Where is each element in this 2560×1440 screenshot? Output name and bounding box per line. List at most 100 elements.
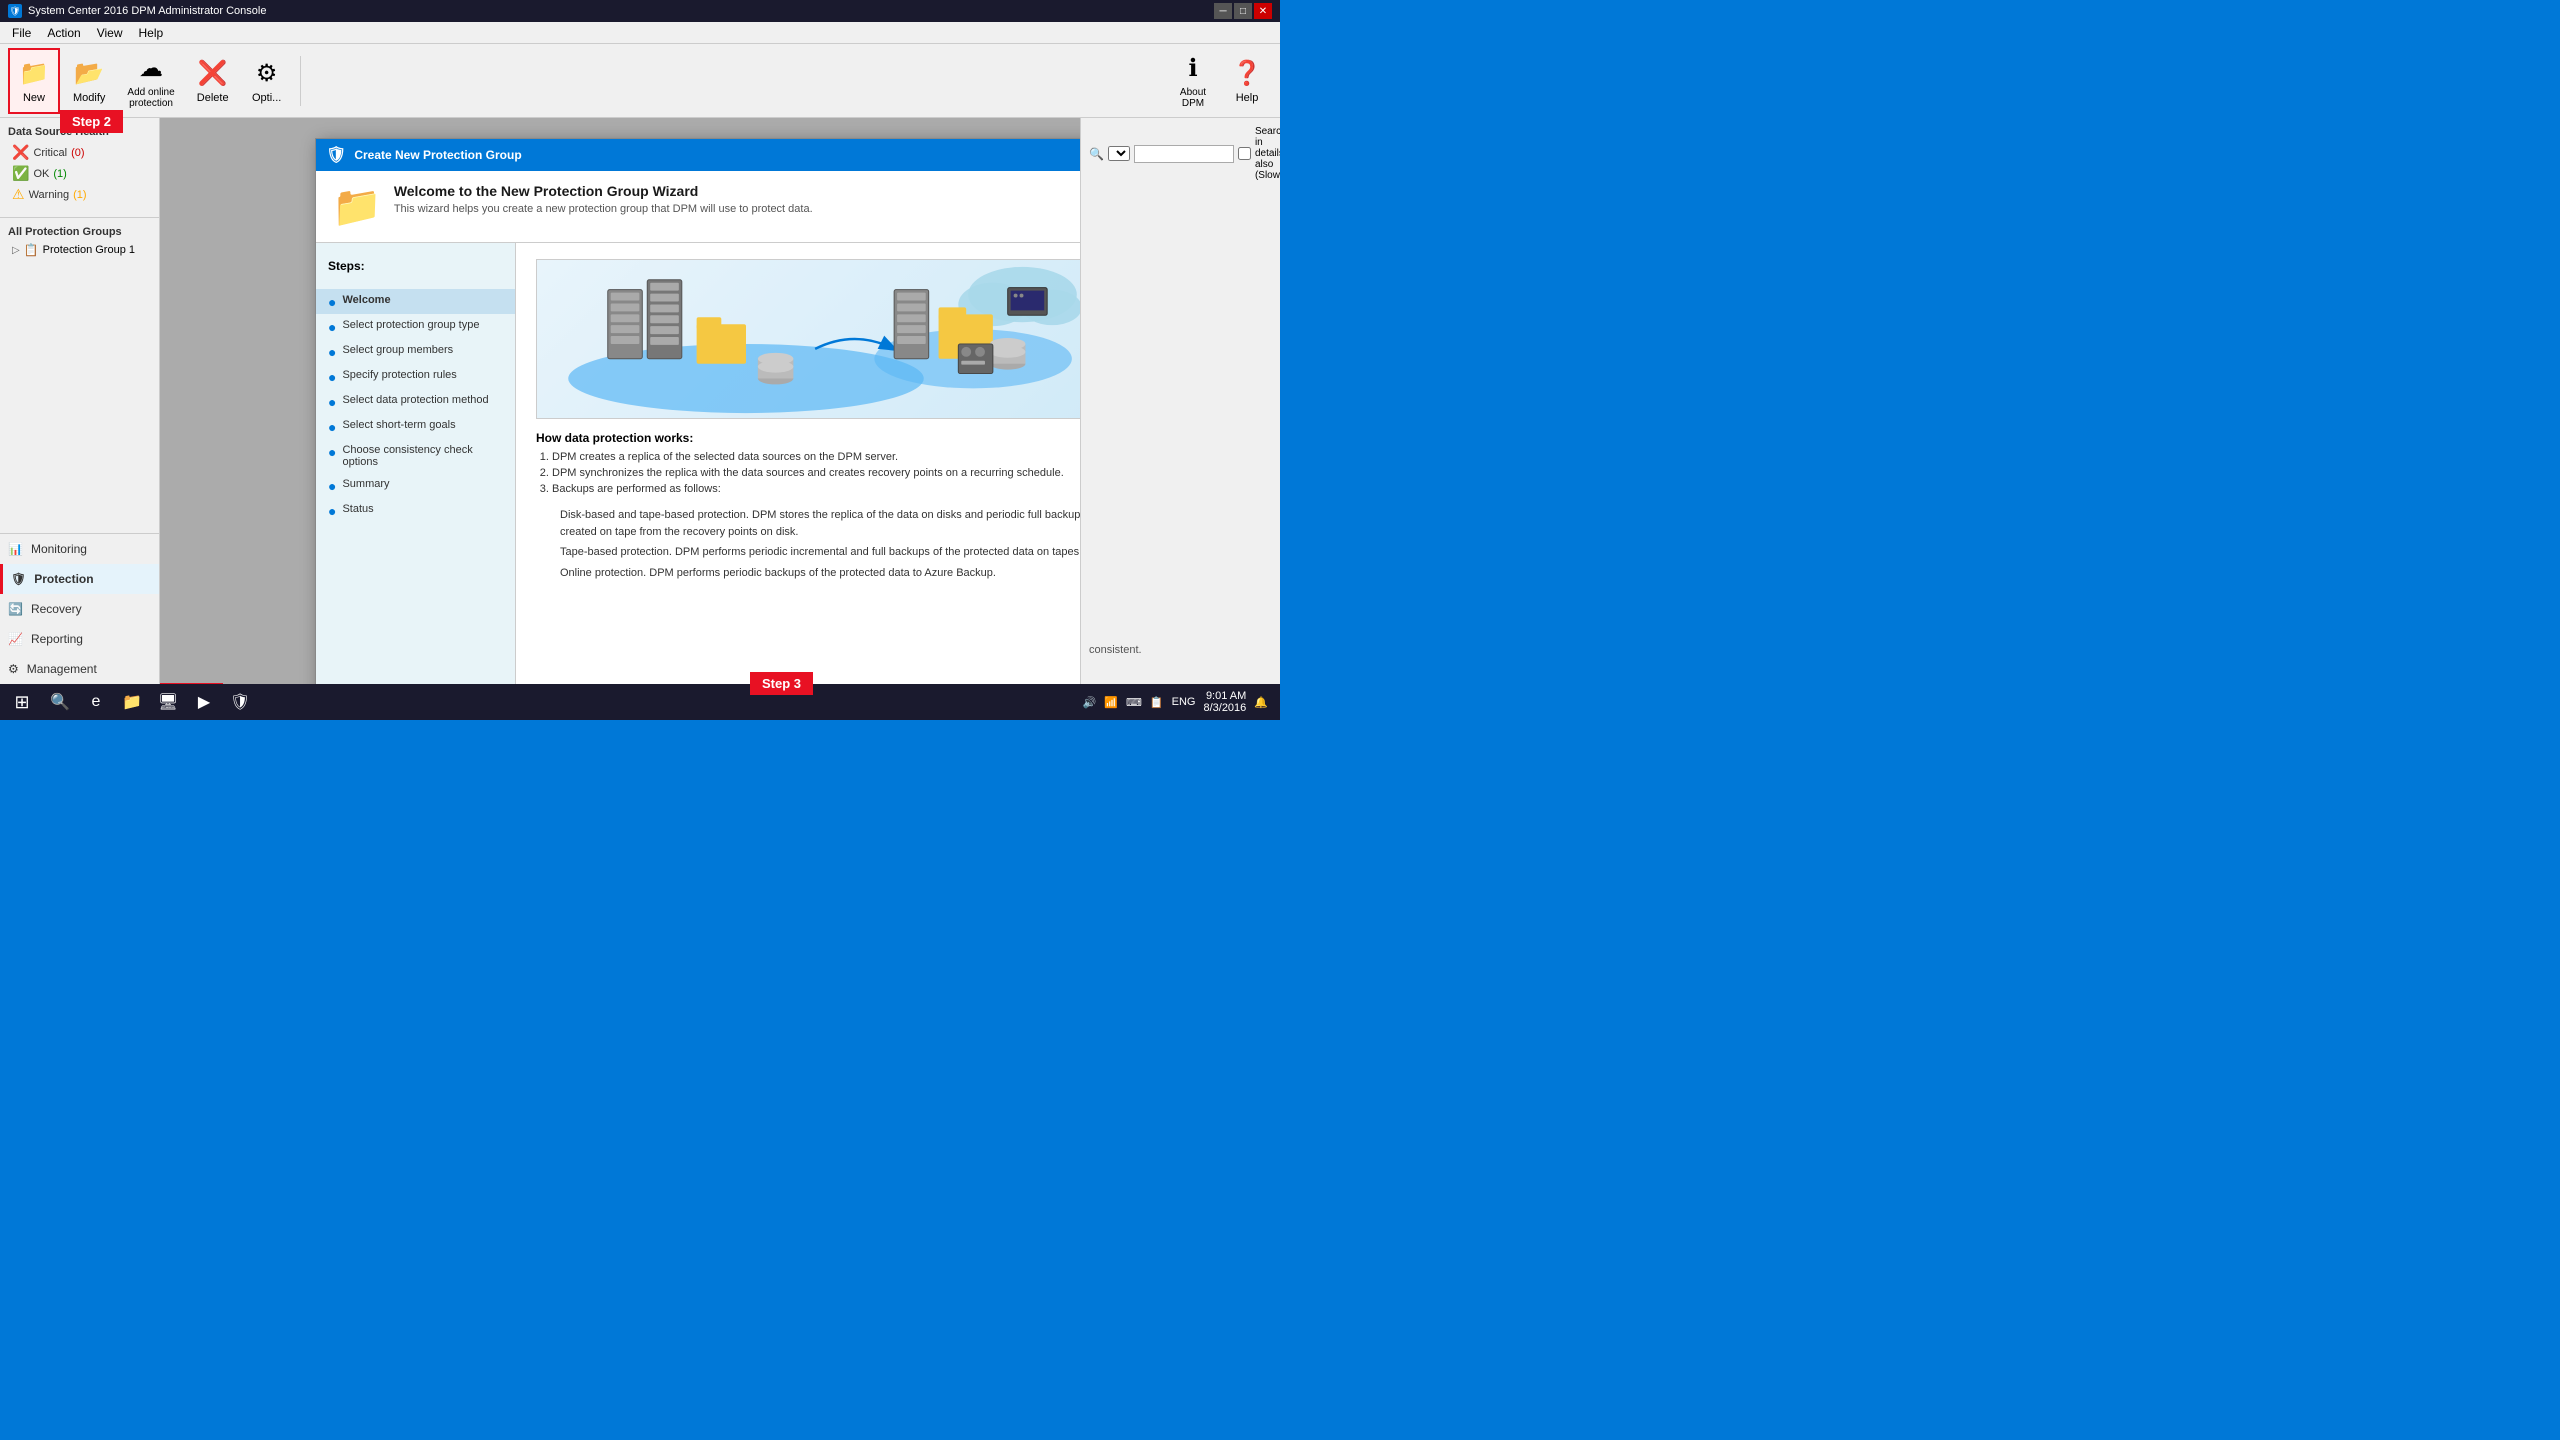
how-works-title: How data protection works: <box>536 431 1080 445</box>
modify-label: Modify <box>73 92 105 104</box>
add-online-button[interactable]: ☁ Add online protection <box>118 48 183 114</box>
how-works-list: DPM creates a replica of the selected da… <box>536 451 1080 499</box>
sidebar-nav-management[interactable]: ⚙ Management <box>0 654 159 684</box>
about-button[interactable]: ℹ AboutDPM <box>1168 48 1218 114</box>
step-label-members: Select group members <box>342 344 453 356</box>
taskbar-network-icon: 📶 <box>1104 696 1118 709</box>
sidebar-nav: 📊 Monitoring 🛡 Protection 🔄 Recovery 📈 R… <box>0 533 159 684</box>
content-panel: Step 1 🛡 Create New Protection Group ✕ 📁… <box>160 118 1080 684</box>
how-works-item-2: DPM synchronizes the replica with the da… <box>552 467 1080 479</box>
toolbar-separator <box>300 56 301 106</box>
sidebar-nav-protection[interactable]: 🛡 Protection <box>0 564 159 594</box>
search-dropdown[interactable] <box>1108 146 1130 161</box>
warning-icon: ⚠ <box>12 186 25 203</box>
search-icon: 🔍 <box>1089 147 1104 161</box>
delete-button[interactable]: ❌ Delete <box>188 48 238 114</box>
taskbar-system: 🔊 📶 ⌨ 📋 ENG 9:01 AM 8/3/2016 🔔 <box>1083 690 1276 714</box>
dialog-welcome-subtitle: This wizard helps you create a new prote… <box>394 203 813 215</box>
minimize-button[interactable]: ─ <box>1214 3 1232 19</box>
right-panel-bottom-text: consistent. <box>1089 644 1272 676</box>
protection-label: Protection <box>34 572 93 586</box>
taskbar-terminal-icon[interactable]: ▶ <box>188 686 220 718</box>
taskbar-time-value: 9:01 AM <box>1203 690 1246 702</box>
menu-action[interactable]: Action <box>39 24 88 42</box>
taskbar-settings-icon[interactable]: 🖥 <box>152 686 184 718</box>
warning-label: Warning <box>29 189 70 201</box>
step-summary[interactable]: ● Summary <box>316 473 515 498</box>
indent-online: Online protection. DPM performs periodic… <box>560 565 1080 582</box>
protection-icon: 🛡 <box>11 572 26 586</box>
taskbar-icons: 🔍 e 📁 🖥 ▶ 🛡 <box>44 686 256 718</box>
taskbar-folder-icon[interactable]: 📁 <box>116 686 148 718</box>
step-specify-rules[interactable]: ● Specify protection rules <box>316 364 515 389</box>
monitoring-label: Monitoring <box>31 542 87 556</box>
taskbar-notification-icon[interactable]: 🔔 <box>1254 696 1268 709</box>
step-select-method[interactable]: ● Select data protection method <box>316 389 515 414</box>
sidebar-nav-reporting[interactable]: 📈 Reporting <box>0 624 159 654</box>
sidebar-item-warning[interactable]: ⚠ Warning (1) <box>8 184 151 205</box>
all-groups-title: All Protection Groups <box>8 226 151 238</box>
title-bar-controls: ─ □ ✕ <box>1214 3 1272 19</box>
maximize-button[interactable]: □ <box>1234 3 1252 19</box>
taskbar-date-value: 8/3/2016 <box>1203 702 1246 714</box>
taskbar: ⊞ 🔍 e 📁 🖥 ▶ 🛡 🔊 📶 ⌨ 📋 ENG 9:01 AM 8/3/20… <box>0 684 1280 720</box>
dialog-body: Steps: ● Welcome ● Select protection gro… <box>316 243 1080 684</box>
how-works-item-1: DPM creates a replica of the selected da… <box>552 451 1080 463</box>
steps-label: Steps: <box>328 259 503 273</box>
menu-file[interactable]: File <box>4 24 39 42</box>
taskbar-time: 9:01 AM 8/3/2016 <box>1203 690 1246 714</box>
menu-view[interactable]: View <box>89 24 131 42</box>
step1-label: Step 1 <box>160 683 223 684</box>
new-label: New <box>23 92 45 104</box>
taskbar-speaker-icon: 🔊 <box>1083 696 1097 709</box>
modify-button[interactable]: 📂 Modify <box>64 48 114 114</box>
ok-label: OK <box>33 168 49 180</box>
step-status[interactable]: ● Status <box>316 498 515 523</box>
new-button[interactable]: 📁 New <box>8 48 60 114</box>
optimize-button[interactable]: ⚙ Opti... <box>242 48 292 114</box>
sidebar-nav-recovery[interactable]: 🔄 Recovery <box>0 594 159 624</box>
group-icon: 📋 <box>24 243 39 257</box>
step-label-method: Select data protection method <box>342 394 488 406</box>
taskbar-app-icon[interactable]: 🛡 <box>224 686 256 718</box>
step-short-term[interactable]: ● Select short-term goals <box>316 414 515 439</box>
how-works-item-3: Backups are performed as follows: <box>552 483 1080 495</box>
step-select-members[interactable]: ● Select group members <box>316 339 515 364</box>
optimize-label: Opti... <box>252 92 281 104</box>
dialog-title-text: Create New Protection Group <box>354 148 1080 162</box>
close-button[interactable]: ✕ <box>1254 3 1272 19</box>
step-welcome[interactable]: ● Welcome <box>316 289 515 314</box>
step-bullet-welcome: ● <box>328 295 336 309</box>
recovery-label: Recovery <box>31 602 82 616</box>
help-button[interactable]: ❓ Help <box>1222 48 1272 114</box>
start-button[interactable]: ⊞ <box>4 684 40 720</box>
search-slow-label: Search in details also (Slow) <box>1255 126 1280 181</box>
new-icon: 📁 <box>18 58 50 90</box>
menu-help[interactable]: Help <box>131 24 172 42</box>
indent-disk: Disk-based and tape-based protection. DP… <box>560 507 1080 540</box>
step2-label: Step 2 <box>60 110 123 133</box>
dialog-main-content: How data protection works: DPM creates a… <box>516 243 1080 684</box>
dialog-title-bar: 🛡 Create New Protection Group ✕ <box>316 139 1080 171</box>
taskbar-search-icon[interactable]: 🔍 <box>44 686 76 718</box>
step-consistency[interactable]: ● Choose consistency check options <box>316 439 515 473</box>
search-slow-checkbox[interactable] <box>1238 147 1251 160</box>
step-label-rules: Specify protection rules <box>342 369 456 381</box>
sidebar-item-critical[interactable]: ❌ Critical (0) <box>8 142 151 163</box>
search-input[interactable] <box>1134 145 1234 163</box>
delete-icon: ❌ <box>197 58 229 90</box>
sidebar-item-ok[interactable]: ✅ OK (1) <box>8 163 151 184</box>
modal-overlay: Step 1 🛡 Create New Protection Group ✕ 📁… <box>160 118 1080 684</box>
taskbar-edge-icon[interactable]: e <box>80 686 112 718</box>
protection-group-1-item[interactable]: ▷ 📋 Protection Group 1 <box>8 242 151 258</box>
step-bullet-summary: ● <box>328 479 336 493</box>
step-select-type[interactable]: ● Select protection group type <box>316 314 515 339</box>
step3-label: Step 3 <box>750 672 813 695</box>
dialog-steps-header: Steps: <box>316 243 515 289</box>
toolbar: 📁 New 📂 Modify ☁ Add online protection ❌… <box>0 44 1280 118</box>
about-label: AboutDPM <box>1180 87 1206 109</box>
menu-bar: File Action View Help <box>0 22 1280 44</box>
app-title: System Center 2016 DPM Administrator Con… <box>28 5 1214 17</box>
critical-label: Critical <box>33 147 67 159</box>
sidebar-nav-monitoring[interactable]: 📊 Monitoring <box>0 534 159 564</box>
